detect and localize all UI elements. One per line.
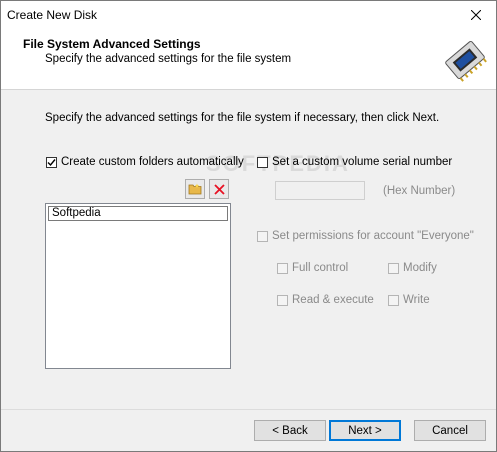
header-subtitle: Specify the advanced settings for the fi… (45, 53, 292, 65)
checkbox-box[interactable] (388, 262, 399, 274)
cancel-button[interactable]: Cancel (414, 420, 486, 441)
wizard-header: File System Advanced Settings Specify th… (1, 29, 496, 90)
dialog-window: Create New Disk File System Advanced Set… (0, 0, 497, 452)
write-checkbox[interactable]: Write (388, 294, 430, 306)
set-permissions-checkbox[interactable]: Set permissions for account "Everyone" (257, 230, 474, 242)
header-title: File System Advanced Settings (23, 37, 201, 51)
instruction-text: Specify the advanced settings for the fi… (45, 112, 440, 124)
modify-label: Modify (403, 262, 437, 274)
checkbox-box[interactable] (277, 294, 288, 306)
write-label: Write (403, 294, 430, 306)
checkbox-box[interactable] (388, 294, 399, 306)
read-execute-label: Read & execute (292, 294, 374, 306)
checkmark-icon (47, 158, 56, 166)
full-control-checkbox[interactable]: Full control (277, 262, 348, 274)
checkbox-box[interactable] (46, 156, 57, 168)
read-execute-checkbox[interactable]: Read & execute (277, 294, 374, 306)
custom-serial-checkbox[interactable]: Set a custom volume serial number (257, 156, 452, 168)
delete-x-icon (213, 183, 225, 195)
new-folder-button[interactable] (185, 179, 205, 199)
close-button[interactable] (456, 1, 496, 29)
close-icon (471, 10, 481, 20)
create-custom-folders-checkbox[interactable]: Create custom folders automatically (46, 156, 244, 168)
serial-number-input[interactable] (275, 181, 365, 200)
window-title: Create New Disk (7, 8, 98, 22)
folder-icon (188, 183, 202, 195)
custom-serial-label: Set a custom volume serial number (272, 156, 453, 168)
title-bar: Create New Disk (1, 1, 496, 29)
checkbox-box[interactable] (277, 262, 288, 274)
custom-folders-list[interactable]: Softpedia (45, 203, 231, 369)
checkbox-box[interactable] (257, 230, 268, 242)
back-button[interactable]: < Back (254, 420, 326, 441)
list-item[interactable]: Softpedia (48, 206, 228, 221)
disk-chip-icon (445, 40, 487, 82)
full-control-label: Full control (292, 262, 349, 274)
set-permissions-label: Set permissions for account "Everyone" (272, 230, 474, 242)
create-custom-folders-label: Create custom folders automatically (61, 156, 244, 168)
next-button[interactable]: Next > (329, 420, 401, 441)
hex-number-hint: (Hex Number) (383, 185, 456, 197)
modify-checkbox[interactable]: Modify (388, 262, 437, 274)
delete-folder-button[interactable] (209, 179, 229, 199)
checkbox-box[interactable] (257, 156, 268, 168)
footer-separator (1, 409, 496, 410)
